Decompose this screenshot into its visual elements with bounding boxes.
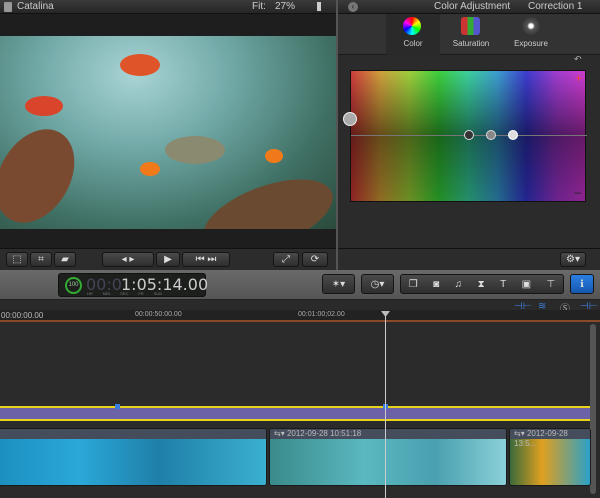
crop-icon[interactable]: ⌗ (30, 252, 52, 267)
exposure-icon (522, 17, 540, 35)
keyframe[interactable] (115, 404, 120, 409)
retime-icon[interactable]: ◷▾ (361, 274, 394, 294)
titles-icon[interactable]: T (500, 279, 506, 290)
unit-label: SUB (153, 291, 162, 296)
ruler-tick: 00:00:00.00 (1, 311, 44, 320)
display-options-icon[interactable] (317, 2, 321, 11)
video-clip[interactable]: ⇆▾ 2012-09-28 13:5... (509, 428, 591, 486)
inspector-tabs: Color Saturation Exposure (338, 14, 600, 55)
minus-icon: – (574, 185, 581, 199)
fit-label: Fit: (252, 1, 266, 12)
playhead[interactable] (385, 313, 386, 498)
timeline-ruler[interactable]: 00:00:00.00 00:00:50:00.00 00:01:00;02.0… (0, 310, 600, 322)
tab-exposure[interactable]: Exposure (502, 14, 560, 55)
dashboard-timecode[interactable]: 100 00:0 1:05:14.00 HR MIN SEC FR SUB (58, 273, 208, 297)
document-icon (4, 2, 12, 12)
play-button[interactable]: ▶ (156, 252, 180, 267)
gear-icon[interactable]: ⚙▾ (560, 252, 586, 267)
color-board[interactable]: + – (350, 70, 587, 202)
step-frame-buttons[interactable]: ◂ ▸ (102, 252, 154, 267)
midtones-puck[interactable] (486, 130, 496, 140)
inspector-title: Color Adjustment (434, 1, 511, 12)
percent-gauge: 100 (65, 277, 82, 294)
media-browser-buttons[interactable]: ❐ ◙ ♫ ⧗ T ▣ ⊤ (400, 274, 564, 294)
saturation-icon (461, 17, 480, 35)
tab-saturation[interactable]: Saturation (442, 14, 500, 55)
tab-label: Saturation (452, 39, 490, 48)
clip-label: ⇆▾ 2012-09-28 13:5... (510, 429, 590, 448)
photo-icon[interactable]: ◙ (433, 279, 439, 290)
video-clip[interactable]: ⇆▾ 2012-09-28 10:51:18 (269, 428, 507, 486)
back-icon[interactable]: ‹ (348, 2, 358, 12)
zoom-dropdown[interactable]: 27% (275, 1, 295, 12)
shadows-puck[interactable] (464, 130, 474, 140)
tab-color[interactable]: Color (386, 14, 440, 55)
skip-buttons[interactable]: ⏮ ⏭ (182, 252, 230, 267)
themes-icon[interactable]: ⊤ (547, 279, 556, 290)
fullscreen-icon[interactable]: ⤢ (273, 252, 299, 267)
tab-label: Exposure (514, 39, 548, 48)
transform-icon[interactable]: ⬚ (6, 252, 28, 267)
enhance-icon[interactable]: ✶▾ (322, 274, 355, 294)
loop-icon[interactable]: ⟳ (302, 252, 328, 267)
global-puck[interactable] (343, 112, 357, 126)
clip-label: ⇆▾ 2012-09-28 10:51:18 (270, 429, 506, 439)
clip-browser-icon[interactable]: ❐ (409, 279, 418, 290)
generators-icon[interactable]: ▣ (522, 279, 531, 290)
correction-dropdown[interactable]: Correction 1 (528, 1, 582, 12)
transitions-icon[interactable]: ⧗ (478, 279, 485, 290)
viewer-header: Catalina Fit: 27% (0, 0, 336, 14)
video-preview (0, 36, 336, 229)
highlights-puck[interactable] (508, 130, 518, 140)
color-wheel-icon (403, 17, 421, 35)
ruler-tick: 00:00:50:00.00 (135, 311, 182, 318)
plus-icon: + (574, 71, 582, 85)
unit-label: MIN (102, 291, 111, 296)
clip-label (0, 429, 266, 439)
music-icon[interactable]: ♫ (455, 279, 463, 290)
inspector-header: ‹ Color Adjustment Correction 1 (338, 0, 600, 14)
audio-lane[interactable] (0, 404, 590, 421)
video-clip[interactable] (0, 428, 267, 486)
inspector-button[interactable]: ℹ (570, 274, 594, 294)
viewer-controls: ⬚ ⌗ ▰ ◂ ▸ ▶ ⏮ ⏭ ⤢ ⟳ (0, 248, 336, 270)
distort-icon[interactable]: ▰ (54, 252, 76, 267)
clip-date: 2012-09-28 10:51:18 (286, 429, 362, 438)
unit-label: SEC (120, 291, 129, 296)
tab-label: Color (403, 39, 423, 48)
ruler-tick: 00:01:00;02.00 (298, 311, 345, 318)
reset-icon[interactable]: ↶ (574, 54, 582, 65)
toolbar: 100 00:0 1:05:14.00 HR MIN SEC FR SUB ✶▾ ◷▾ … (0, 270, 600, 300)
unit-label: FR (138, 291, 144, 296)
viewer-title: Catalina (17, 1, 54, 12)
unit-label: HR (87, 291, 93, 296)
